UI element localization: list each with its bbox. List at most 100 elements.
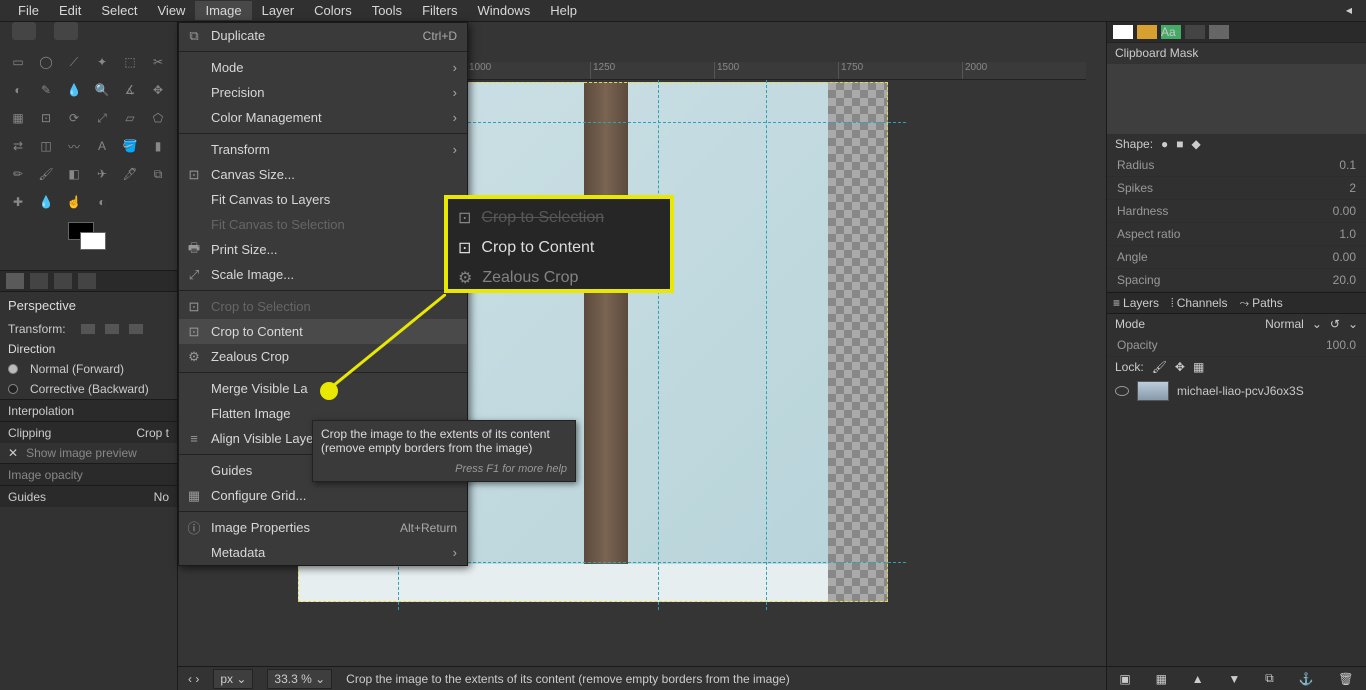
menu-help[interactable]: Help [540, 1, 587, 20]
menu-view[interactable]: View [148, 1, 196, 20]
free-select-tool[interactable]: ⟋ [62, 50, 86, 74]
mi-color-mgmt[interactable]: Color Management› [179, 105, 467, 130]
lock-brush-icon[interactable]: 🖌 [1152, 360, 1167, 374]
bg-color[interactable] [80, 232, 106, 250]
radio-corrective[interactable] [8, 384, 18, 394]
ink-tool[interactable]: 🖋 [118, 162, 142, 186]
guide-v2[interactable] [658, 80, 659, 610]
cage-tool[interactable]: ◫ [34, 134, 58, 158]
reset-icon[interactable]: ↺ [1330, 317, 1340, 331]
menu-filters[interactable]: Filters [412, 1, 467, 20]
duplicate-layer-icon[interactable]: ⧉ [1265, 671, 1274, 686]
pencil-tool[interactable]: ✏ [6, 162, 30, 186]
lower-layer-icon[interactable]: ▼ [1228, 672, 1240, 686]
menu-tools[interactable]: Tools [362, 1, 412, 20]
close-icon[interactable]: ✕ [8, 446, 18, 460]
zoom-tool[interactable]: 🔍 [90, 78, 114, 102]
tab-channels[interactable]: ⦙ Channels [1171, 296, 1227, 311]
anchor-layer-icon[interactable]: ⚓ [1299, 672, 1314, 686]
layers-config-icon[interactable]: ◂ [1346, 3, 1360, 17]
mi-mode[interactable]: Mode› [179, 55, 467, 80]
fuzzy-select-tool[interactable]: ✦ [90, 50, 114, 74]
radio-normal[interactable] [8, 364, 18, 374]
perspective-tool[interactable]: ⬠ [146, 106, 170, 130]
mi-duplicate[interactable]: ⧉DuplicateCtrl+D [179, 23, 467, 48]
color-swatches[interactable] [0, 218, 177, 270]
layer-group-icon[interactable]: ▦ [1156, 672, 1167, 686]
delete-layer-icon[interactable]: 🗑 [1338, 672, 1353, 686]
heal-tool[interactable]: ✚ [6, 190, 30, 214]
layer-item[interactable]: michael-liao-pcvJ6ox3S [1107, 377, 1366, 405]
menu-layer[interactable]: Layer [252, 1, 305, 20]
menu-colors[interactable]: Colors [304, 1, 362, 20]
mi-transform[interactable]: Transform› [179, 137, 467, 162]
guide-v3[interactable] [766, 80, 767, 610]
gradient-tool[interactable]: ▮ [146, 134, 170, 158]
menu-edit[interactable]: Edit [49, 1, 91, 20]
blur-tool[interactable]: 💧 [34, 190, 58, 214]
zoom-selector[interactable]: 33.3 % ⌄ [267, 669, 332, 689]
ellipse-select-tool[interactable]: ◯ [34, 50, 58, 74]
eraser-tool[interactable]: ◧ [62, 162, 86, 186]
scale-tool[interactable]: ⤢ [90, 106, 114, 130]
mi-print-size[interactable]: 🖶Print Size... [179, 237, 467, 262]
eye-icon[interactable] [1115, 386, 1129, 396]
redo-icon[interactable] [54, 22, 78, 40]
raise-layer-icon[interactable]: ▲ [1192, 672, 1204, 686]
prop-aspect-val[interactable]: 1.0 [1339, 227, 1356, 241]
undo-icon[interactable] [12, 22, 36, 40]
mi-configure-grid[interactable]: ▦Configure Grid... [179, 483, 467, 508]
align-tool[interactable]: ▦ [6, 106, 30, 130]
tab-device[interactable] [30, 273, 48, 289]
prop-radius-val[interactable]: 0.1 [1339, 158, 1356, 172]
clone-tool[interactable]: ⧉ [146, 162, 170, 186]
mi-image-properties[interactable]: ⓘImage PropertiesAlt+Return [179, 515, 467, 540]
paths-tool[interactable]: ✎ [34, 78, 58, 102]
shape-diamond-icon[interactable]: ◆ [1192, 137, 1201, 151]
prop-spacing-val[interactable]: 20.0 [1333, 273, 1356, 287]
flip-tool[interactable]: ⇄ [6, 134, 30, 158]
mi-scale[interactable]: ⤢Scale Image... [179, 262, 467, 287]
menu-file[interactable]: File [8, 1, 49, 20]
mi-precision[interactable]: Precision› [179, 80, 467, 105]
rotate-tool[interactable]: ⟳ [62, 106, 86, 130]
menu-image[interactable]: Image [195, 1, 251, 20]
menu-windows[interactable]: Windows [467, 1, 540, 20]
unit-selector[interactable]: px ⌄ [213, 669, 253, 689]
transform-sel[interactable] [104, 323, 120, 335]
measure-tool[interactable]: ∡ [118, 78, 142, 102]
guides-value[interactable]: No [154, 490, 169, 504]
rect-select-tool[interactable]: ▭ [6, 50, 30, 74]
tab-paths[interactable]: ⤳ Paths [1239, 296, 1282, 311]
nav-arrows[interactable]: ‹ › [188, 672, 199, 686]
text-tool[interactable]: A [90, 134, 114, 158]
warp-tool[interactable]: 〰 [62, 134, 86, 158]
tab-layers[interactable]: ≡ Layers [1113, 296, 1159, 310]
prop-hardness-val[interactable]: 0.00 [1333, 204, 1356, 218]
bucket-tool[interactable]: 🪣 [118, 134, 142, 158]
scissors-tool[interactable]: ✂ [146, 50, 170, 74]
shear-tool[interactable]: ▱ [118, 106, 142, 130]
new-layer-icon[interactable]: ▣ [1119, 672, 1130, 686]
transform-path[interactable] [128, 323, 144, 335]
chevron-down-icon2[interactable]: ⌄ [1348, 317, 1358, 331]
tab-undo[interactable] [78, 273, 96, 289]
brush-tool[interactable]: 🖌 [34, 162, 58, 186]
color-picker-tool[interactable]: 💧 [62, 78, 86, 102]
tab-images[interactable] [54, 273, 72, 289]
chevron-down-icon[interactable]: ⌄ [1312, 317, 1322, 331]
transform-layer[interactable] [80, 323, 96, 335]
mi-fit-layers[interactable]: Fit Canvas to Layers [179, 187, 467, 212]
move-tool[interactable]: ✥ [146, 78, 170, 102]
opacity-value[interactable]: 100.0 [1326, 338, 1356, 352]
airbrush-tool[interactable]: ✈ [90, 162, 114, 186]
smudge-tool[interactable]: ☝ [62, 190, 86, 214]
fg-select-tool[interactable]: ◐ [6, 78, 30, 102]
prop-spikes-val[interactable]: 2 [1349, 181, 1356, 195]
menu-select[interactable]: Select [91, 1, 147, 20]
tab-tool-options[interactable] [6, 273, 24, 289]
mi-canvas-size[interactable]: ⊡Canvas Size... [179, 162, 467, 187]
lock-alpha-icon[interactable]: ▦ [1193, 360, 1204, 374]
shape-circle-icon[interactable]: ● [1161, 137, 1168, 151]
prop-angle-val[interactable]: 0.00 [1333, 250, 1356, 264]
